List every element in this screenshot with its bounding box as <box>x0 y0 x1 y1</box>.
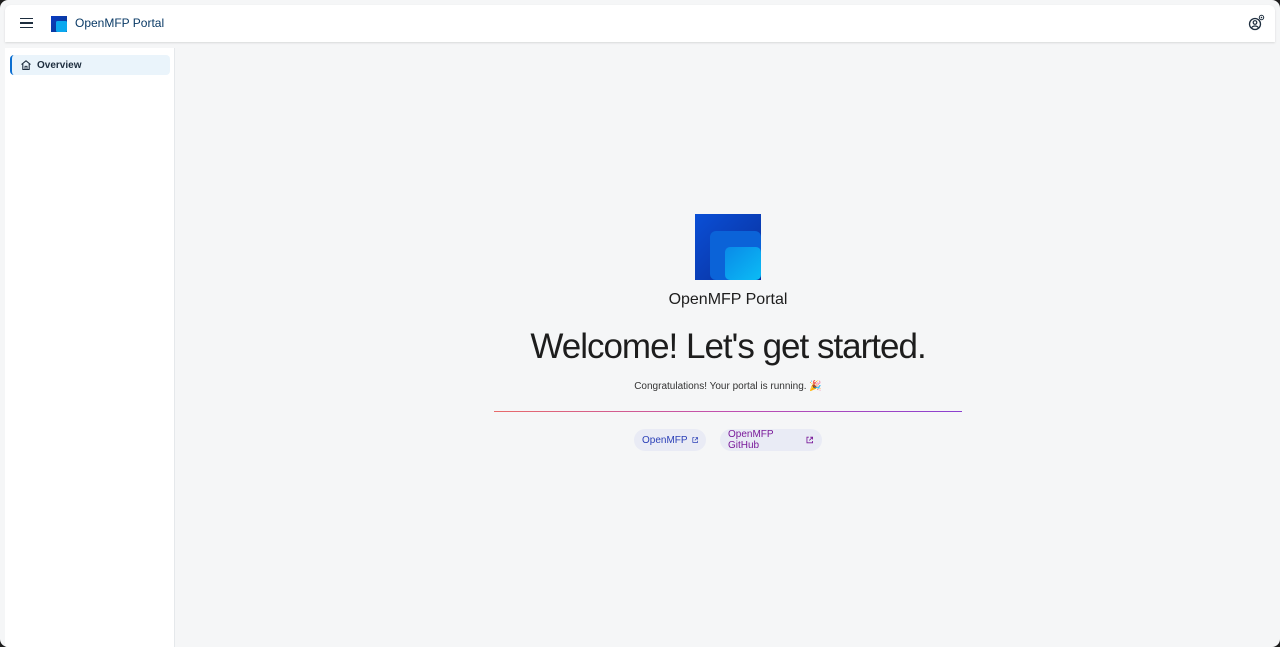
sidebar-item-overview[interactable]: Overview <box>10 55 170 75</box>
home-icon <box>21 60 31 71</box>
side-navigation: Overview <box>5 48 175 647</box>
openmfp-github-link-button[interactable]: OpenMFP GitHub <box>720 429 822 451</box>
user-profile-icon[interactable] <box>1247 14 1265 32</box>
openmfp-link-label: OpenMFP <box>642 434 688 446</box>
shell-bar: OpenMFP Portal <box>5 5 1275 42</box>
gradient-divider <box>494 411 962 412</box>
hamburger-menu-icon[interactable] <box>18 14 36 32</box>
browser-window: OpenMFP Portal Overview OpenMFP Portal W… <box>0 0 1280 647</box>
welcome-heading: Welcome! Let's get started. <box>530 327 926 366</box>
external-link-icon <box>692 437 698 443</box>
portal-logo-icon[interactable] <box>51 16 67 32</box>
openmfp-link-button[interactable]: OpenMFP <box>634 429 706 451</box>
congratulations-text: Congratulations! Your portal is running.… <box>634 381 822 392</box>
sidebar-item-label: Overview <box>37 59 82 71</box>
portal-logo-large <box>695 214 761 280</box>
main-content: OpenMFP Portal Welcome! Let's get starte… <box>176 48 1280 647</box>
openmfp-github-link-label: OpenMFP GitHub <box>728 429 774 451</box>
app-title[interactable]: OpenMFP Portal <box>75 16 164 30</box>
external-link-icon <box>807 436 814 444</box>
portal-name: OpenMFP Portal <box>668 291 788 308</box>
